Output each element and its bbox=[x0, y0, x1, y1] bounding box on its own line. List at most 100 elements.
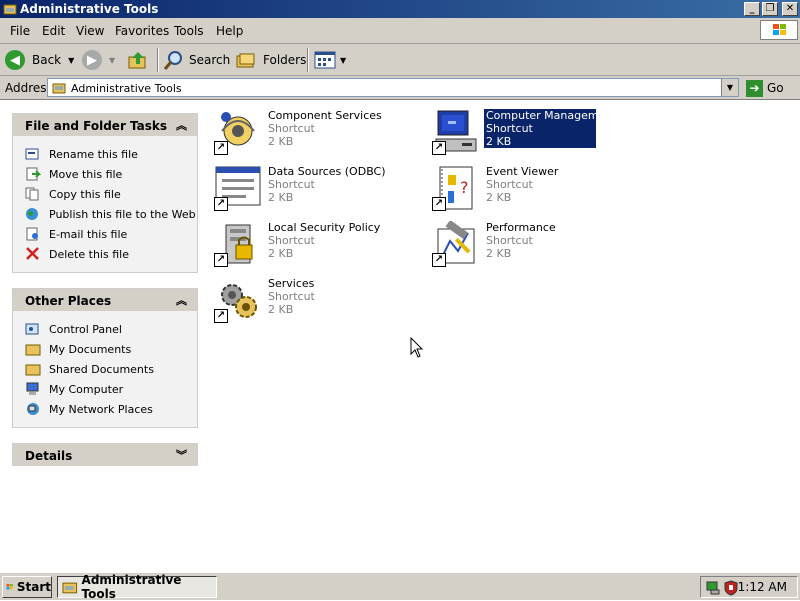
shortcut-arrow-icon: ↗ bbox=[214, 141, 228, 155]
back-arrow-icon: ◀ bbox=[5, 50, 25, 70]
up-folder-icon bbox=[128, 52, 146, 69]
file-type: Shortcut bbox=[486, 234, 533, 247]
file-item[interactable]: ↗ Component Services Shortcut 2 KB bbox=[214, 109, 414, 161]
details-header[interactable]: Details ︾ bbox=[13, 444, 197, 466]
forward-button[interactable]: ▶ ▼ bbox=[82, 48, 115, 72]
file-size: 2 KB bbox=[268, 135, 294, 148]
other-places-panel: Other Places ︽ Control Panel My Document… bbox=[12, 288, 198, 428]
folder-tools-icon bbox=[52, 83, 66, 94]
search-button[interactable]: Search bbox=[163, 48, 230, 72]
place-my-computer[interactable]: My Computer bbox=[13, 379, 197, 399]
start-label: Start bbox=[16, 580, 51, 594]
task-move[interactable]: Move this file bbox=[13, 164, 197, 184]
menu-edit[interactable]: Edit bbox=[42, 24, 65, 38]
file-folder-tasks-panel: File and Folder Tasks ︽ Rename this file… bbox=[12, 113, 198, 273]
menu-tools[interactable]: Tools bbox=[174, 24, 204, 38]
file-item-selected[interactable]: ↗ Computer Management Shortcut 2 KB bbox=[432, 109, 632, 161]
task-copy[interactable]: Copy this file bbox=[13, 184, 197, 204]
folder-icon bbox=[25, 362, 41, 376]
shortcut-arrow-icon: ↗ bbox=[432, 141, 446, 155]
shortcut-arrow-icon: ↗ bbox=[432, 197, 446, 211]
folders-button[interactable]: Folders bbox=[235, 48, 306, 72]
folder-tools-icon bbox=[3, 4, 17, 15]
start-button[interactable]: Start bbox=[2, 576, 52, 598]
folders-label: Folders bbox=[263, 53, 307, 67]
task-email[interactable]: E-mail this file bbox=[13, 224, 197, 244]
rename-icon bbox=[25, 147, 41, 161]
expand-chevron-icon[interactable]: ︾ bbox=[176, 447, 187, 463]
file-type: Shortcut bbox=[486, 178, 533, 191]
copy-icon bbox=[25, 187, 41, 201]
file-size: 2 KB bbox=[486, 247, 512, 260]
file-item[interactable]: ↗ Services Shortcut 2 KB bbox=[214, 277, 414, 329]
forward-arrow-icon: ▶ bbox=[82, 50, 102, 70]
details-panel: Details ︾ bbox=[12, 443, 198, 466]
security-shield-icon[interactable] bbox=[723, 580, 739, 596]
address-dropdown-icon[interactable]: ▼ bbox=[721, 79, 738, 96]
place-shared-documents[interactable]: Shared Documents bbox=[13, 359, 197, 379]
task-delete[interactable]: Delete this file bbox=[13, 244, 197, 264]
task-rename[interactable]: Rename this file bbox=[13, 144, 197, 164]
back-dropdown-icon[interactable]: ▼ bbox=[68, 56, 74, 65]
shortcut-arrow-icon: ↗ bbox=[432, 253, 446, 267]
other-places-header[interactable]: Other Places ︽ bbox=[13, 289, 197, 311]
network-tray-icon[interactable] bbox=[705, 580, 721, 596]
file-folder-tasks-header[interactable]: File and Folder Tasks ︽ bbox=[13, 114, 197, 136]
menu-file[interactable]: File bbox=[10, 24, 30, 38]
file-name: Performance bbox=[486, 221, 556, 234]
views-button[interactable]: ▼ bbox=[314, 48, 346, 72]
delete-icon bbox=[25, 247, 41, 261]
mouse-cursor-icon bbox=[410, 337, 424, 358]
minimize-button[interactable]: _ bbox=[744, 2, 760, 16]
go-button[interactable]: ➔ Go bbox=[746, 78, 784, 98]
shortcut-arrow-icon: ↗ bbox=[214, 309, 228, 323]
windows-logo-icon bbox=[6, 584, 13, 590]
network-icon bbox=[25, 402, 41, 416]
title-bar[interactable]: Administrative Tools _ ❐ ✕ bbox=[0, 0, 800, 18]
address-field[interactable]: Administrative Tools ▼ bbox=[47, 78, 739, 97]
file-item[interactable]: ? ↗ Event Viewer Shortcut 2 KB bbox=[432, 165, 632, 217]
task-publish[interactable]: Publish this file to the Web bbox=[13, 204, 197, 224]
views-dropdown-icon[interactable]: ▼ bbox=[340, 56, 346, 65]
file-name: Event Viewer bbox=[486, 165, 559, 178]
search-label: Search bbox=[189, 53, 231, 67]
task-pane: File and Folder Tasks ︽ Rename this file… bbox=[0, 100, 209, 572]
clock: 1:12 AM bbox=[737, 580, 787, 594]
file-name: Component Services bbox=[268, 109, 382, 122]
folder-tools-icon bbox=[62, 582, 78, 594]
globe-icon bbox=[25, 207, 41, 221]
go-arrow-icon: ➔ bbox=[746, 79, 763, 97]
forward-dropdown-icon[interactable]: ▼ bbox=[109, 56, 115, 65]
email-icon bbox=[25, 227, 41, 241]
file-size: 2 KB bbox=[486, 191, 512, 204]
taskbar-window-button[interactable]: Administrative Tools bbox=[57, 573, 217, 601]
shortcut-arrow-icon: ↗ bbox=[214, 253, 228, 267]
back-button[interactable]: ◀ Back ▼ bbox=[5, 48, 74, 72]
menu-favorites[interactable]: Favorites bbox=[115, 24, 169, 38]
place-control-panel[interactable]: Control Panel bbox=[13, 319, 197, 339]
go-label: Go bbox=[767, 81, 784, 95]
address-bar: Address Administrative Tools ▼ ➔ Go bbox=[0, 76, 800, 100]
place-my-documents[interactable]: My Documents bbox=[13, 339, 197, 359]
file-item[interactable]: ↗ Local Security Policy Shortcut 2 KB bbox=[214, 221, 414, 273]
restore-button[interactable]: ❐ bbox=[762, 2, 778, 16]
menu-view[interactable]: View bbox=[76, 24, 104, 38]
close-button[interactable]: ✕ bbox=[782, 2, 798, 16]
file-type: Shortcut bbox=[268, 122, 315, 135]
file-item[interactable]: ↗ Performance Shortcut 2 KB bbox=[432, 221, 632, 273]
taskbar: Start Administrative Tools 1:12 AM bbox=[0, 572, 800, 601]
file-name: Data Sources (ODBC) bbox=[268, 165, 386, 178]
panel-title: File and Folder Tasks bbox=[25, 119, 168, 133]
windows-logo-icon bbox=[760, 20, 798, 40]
file-name: Services bbox=[268, 277, 315, 290]
file-size: 2 KB bbox=[268, 247, 294, 260]
up-folder-button[interactable] bbox=[127, 48, 149, 72]
panel-title: Other Places bbox=[25, 294, 112, 308]
collapse-chevron-icon[interactable]: ︽ bbox=[176, 292, 187, 308]
file-item[interactable]: ↗ Data Sources (ODBC) Shortcut 2 KB bbox=[214, 165, 414, 217]
place-my-network-places[interactable]: My Network Places bbox=[13, 399, 197, 419]
file-size: 2 KB bbox=[268, 191, 294, 204]
collapse-chevron-icon[interactable]: ︽ bbox=[176, 117, 187, 133]
taskbar-window-label: Administrative Tools bbox=[81, 573, 182, 601]
menu-help[interactable]: Help bbox=[216, 24, 243, 38]
